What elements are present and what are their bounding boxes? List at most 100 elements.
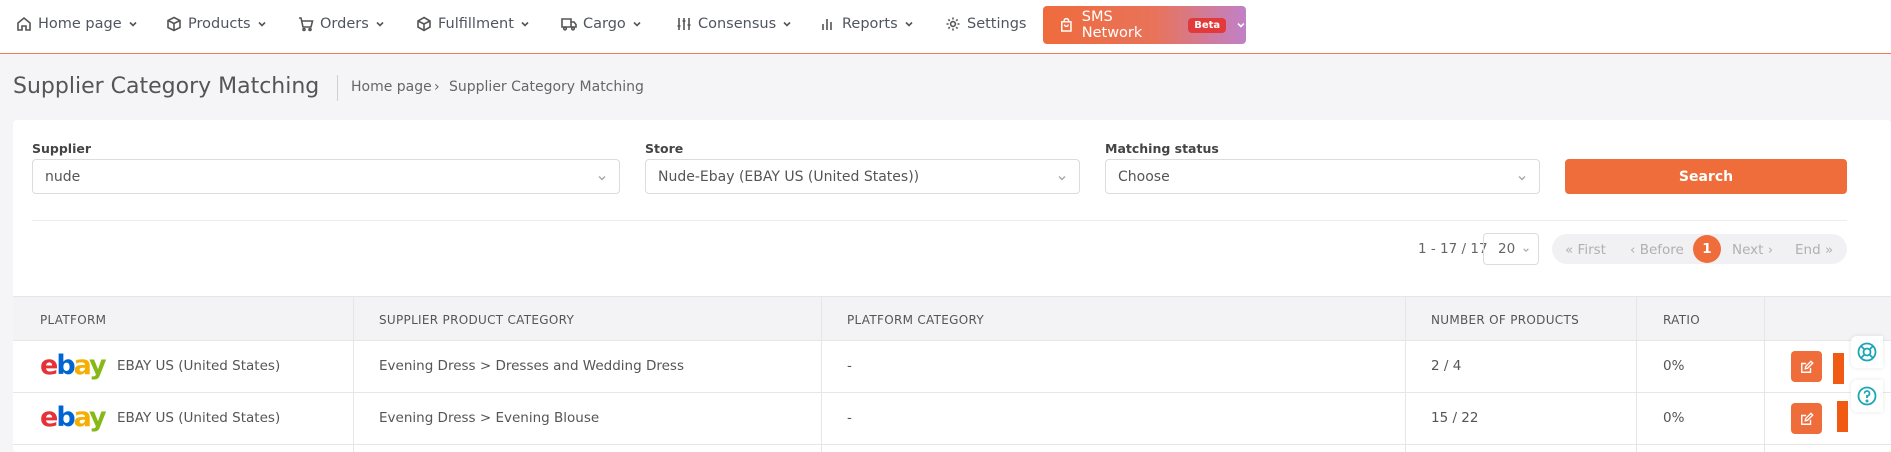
bar-chart-icon xyxy=(822,19,832,30)
nav-settings[interactable]: Settings xyxy=(945,14,1026,34)
lifebuoy-icon xyxy=(1857,342,1877,362)
nav-consensus[interactable]: Consensus xyxy=(676,14,792,34)
page-size-value: 20 xyxy=(1498,241,1516,257)
breadcrumb-home[interactable]: Home page xyxy=(351,79,432,95)
table-row: ebay EBAY US (United States) Evening Dre… xyxy=(13,393,1891,445)
nav-products-label: Products xyxy=(188,16,251,32)
home-icon xyxy=(17,16,31,31)
number-of-products: 2 / 4 xyxy=(1431,358,1462,374)
support-button[interactable] xyxy=(1851,336,1883,368)
supplier-value: nude xyxy=(45,168,81,185)
chevron-down-icon xyxy=(598,175,606,181)
header-platform-category: PLATFORM CATEGORY xyxy=(847,313,984,327)
nav-orders[interactable]: Orders xyxy=(298,14,385,34)
column-divider xyxy=(821,296,822,452)
chevron-down-icon xyxy=(633,21,641,27)
nav-reports[interactable]: Reports xyxy=(820,14,914,34)
chevron-down-icon xyxy=(1518,175,1526,181)
shopping-bag-icon xyxy=(1061,17,1072,32)
platform-category: - xyxy=(847,410,852,426)
chevron-down-icon xyxy=(376,21,384,27)
nav-settings-label: Settings xyxy=(967,16,1027,32)
store-value: Nude-Ebay (EBAY US (United States)) xyxy=(658,168,920,185)
supplier-category: Evening Dress > Evening Blouse xyxy=(379,410,600,426)
chevron-down-icon xyxy=(521,21,529,27)
ratio: 0% xyxy=(1663,358,1685,374)
nav-cargo[interactable]: Cargo xyxy=(561,14,642,34)
platform-name: EBAY US (United States) xyxy=(117,358,281,374)
box-icon xyxy=(167,16,181,32)
truck-icon xyxy=(561,18,577,31)
store-label: Store xyxy=(645,141,684,156)
last-page-button[interactable]: End » xyxy=(1795,242,1833,258)
platform-name: EBAY US (United States) xyxy=(117,410,281,426)
title-divider xyxy=(337,75,338,101)
column-divider xyxy=(1764,296,1765,452)
header-supplier-category: SUPPLIER PRODUCT CATEGORY xyxy=(379,313,575,327)
question-icon xyxy=(1857,386,1877,406)
first-page-button[interactable]: « First xyxy=(1565,242,1606,258)
nav-consensus-label: Consensus xyxy=(698,16,777,32)
chevron-down-icon xyxy=(258,21,266,27)
supplier-select[interactable]: nude xyxy=(32,159,620,194)
edit-button[interactable] xyxy=(1791,403,1822,434)
search-button[interactable]: Search xyxy=(1565,159,1847,194)
nav-fulfillment-label: Fulfillment xyxy=(438,16,514,32)
help-button[interactable] xyxy=(1851,380,1883,412)
column-divider xyxy=(1636,296,1637,452)
column-divider xyxy=(1405,296,1406,452)
nav-reports-label: Reports xyxy=(842,16,898,32)
edit-icon xyxy=(1800,359,1814,373)
cube-icon xyxy=(417,16,431,32)
header-platform: PLATFORM xyxy=(40,313,107,327)
previous-page-button[interactable]: ‹ Before xyxy=(1630,242,1684,258)
sliders-icon xyxy=(677,18,691,30)
next-page-button[interactable]: Next › xyxy=(1732,242,1773,258)
matching-status-label: Matching status xyxy=(1105,141,1219,156)
cart-icon xyxy=(299,17,314,32)
edit-icon xyxy=(1800,411,1814,425)
result-range: 1 - 17 / 17 xyxy=(1418,241,1488,257)
chevron-down-icon xyxy=(905,21,913,27)
header-number-of-products: NUMBER OF PRODUCTS xyxy=(1431,313,1580,327)
supplier-label: Supplier xyxy=(32,141,92,156)
nav-cargo-label: Cargo xyxy=(583,16,626,32)
breadcrumb-separator: › xyxy=(434,79,440,95)
sms-network-button[interactable]: SMS Network Beta xyxy=(1043,6,1246,44)
nav-home-label: Home page xyxy=(38,16,122,32)
nav-home-page[interactable]: Home page xyxy=(16,14,138,34)
sms-network-label: SMS Network xyxy=(1081,9,1143,41)
page-size-select[interactable]: 20 xyxy=(1483,233,1539,265)
action-button[interactable] xyxy=(1833,353,1844,384)
chevron-down-icon xyxy=(129,21,137,27)
current-page-button[interactable]: 1 xyxy=(1693,235,1721,263)
matching-status-value: Choose xyxy=(1118,168,1170,185)
beta-badge: Beta xyxy=(1188,17,1227,33)
edit-button[interactable] xyxy=(1791,351,1822,382)
number-of-products: 15 / 22 xyxy=(1431,410,1479,426)
chevron-down-icon xyxy=(1237,22,1245,28)
ratio: 0% xyxy=(1663,410,1685,426)
supplier-category: Evening Dress > Dresses and Wedding Dres… xyxy=(379,358,684,374)
chevron-down-icon xyxy=(1523,248,1529,253)
divider xyxy=(32,220,1847,221)
table-row: ebay EBAY US (United States) Evening Dre… xyxy=(13,341,1891,393)
breadcrumb-current: Supplier Category Matching xyxy=(449,79,644,95)
platform-category: - xyxy=(847,358,852,374)
ebay-logo: ebay xyxy=(40,402,107,433)
nav-products[interactable]: Products xyxy=(166,14,267,34)
store-select[interactable]: Nude-Ebay (EBAY US (United States)) xyxy=(645,159,1080,194)
ebay-logo: ebay xyxy=(40,350,107,381)
gear-icon xyxy=(946,17,960,31)
page-title: Supplier Category Matching xyxy=(13,74,320,99)
top-navigation: Home page Products Orders Fulfillment Ca… xyxy=(0,0,1891,54)
chevron-down-icon xyxy=(783,21,791,27)
table-header: PLATFORM SUPPLIER PRODUCT CATEGORY PLATF… xyxy=(13,296,1891,341)
nav-fulfillment[interactable]: Fulfillment xyxy=(416,14,530,34)
column-divider xyxy=(353,296,354,452)
action-button[interactable] xyxy=(1837,401,1848,432)
nav-orders-label: Orders xyxy=(320,16,369,32)
header-ratio: RATIO xyxy=(1663,313,1700,327)
chevron-down-icon xyxy=(1058,175,1066,181)
matching-status-select[interactable]: Choose xyxy=(1105,159,1540,194)
